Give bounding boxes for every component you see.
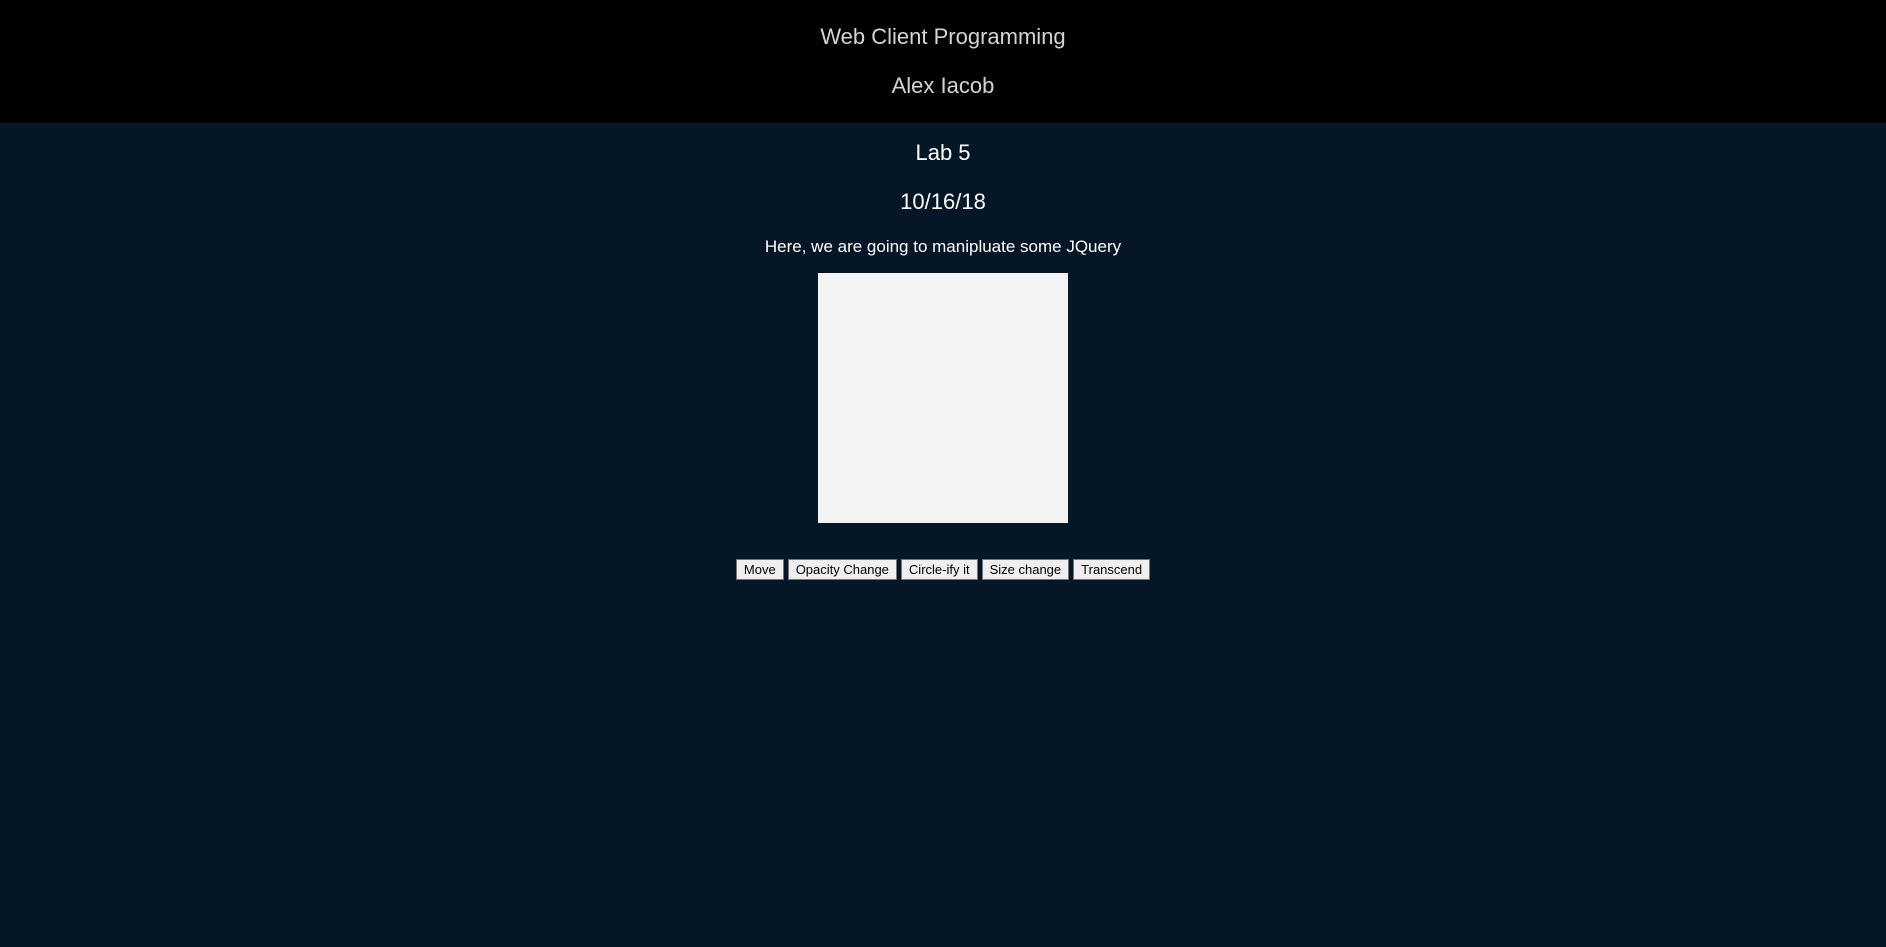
author-name: Alex Iacob bbox=[891, 73, 995, 98]
button-bar: Move Opacity Change Circle-ify it Size c… bbox=[0, 559, 1886, 580]
opacity-change-button[interactable]: Opacity Change bbox=[787, 559, 897, 580]
circle-ify-button[interactable]: Circle-ify it bbox=[900, 559, 978, 580]
jquery-target-box bbox=[818, 273, 1068, 523]
lab-heading: Lab 5 bbox=[915, 140, 971, 165]
transcend-button[interactable]: Transcend bbox=[1073, 559, 1151, 580]
size-change-button[interactable]: Size change bbox=[981, 559, 1070, 580]
lab-description: Here, we are going to manipluate some JQ… bbox=[764, 237, 1122, 256]
page-header: Web Client Programming Alex Iacob bbox=[0, 0, 1886, 123]
lab-date: 10/16/18 bbox=[900, 189, 986, 214]
course-title: Web Client Programming bbox=[820, 24, 1066, 49]
move-button[interactable]: Move bbox=[735, 559, 784, 580]
